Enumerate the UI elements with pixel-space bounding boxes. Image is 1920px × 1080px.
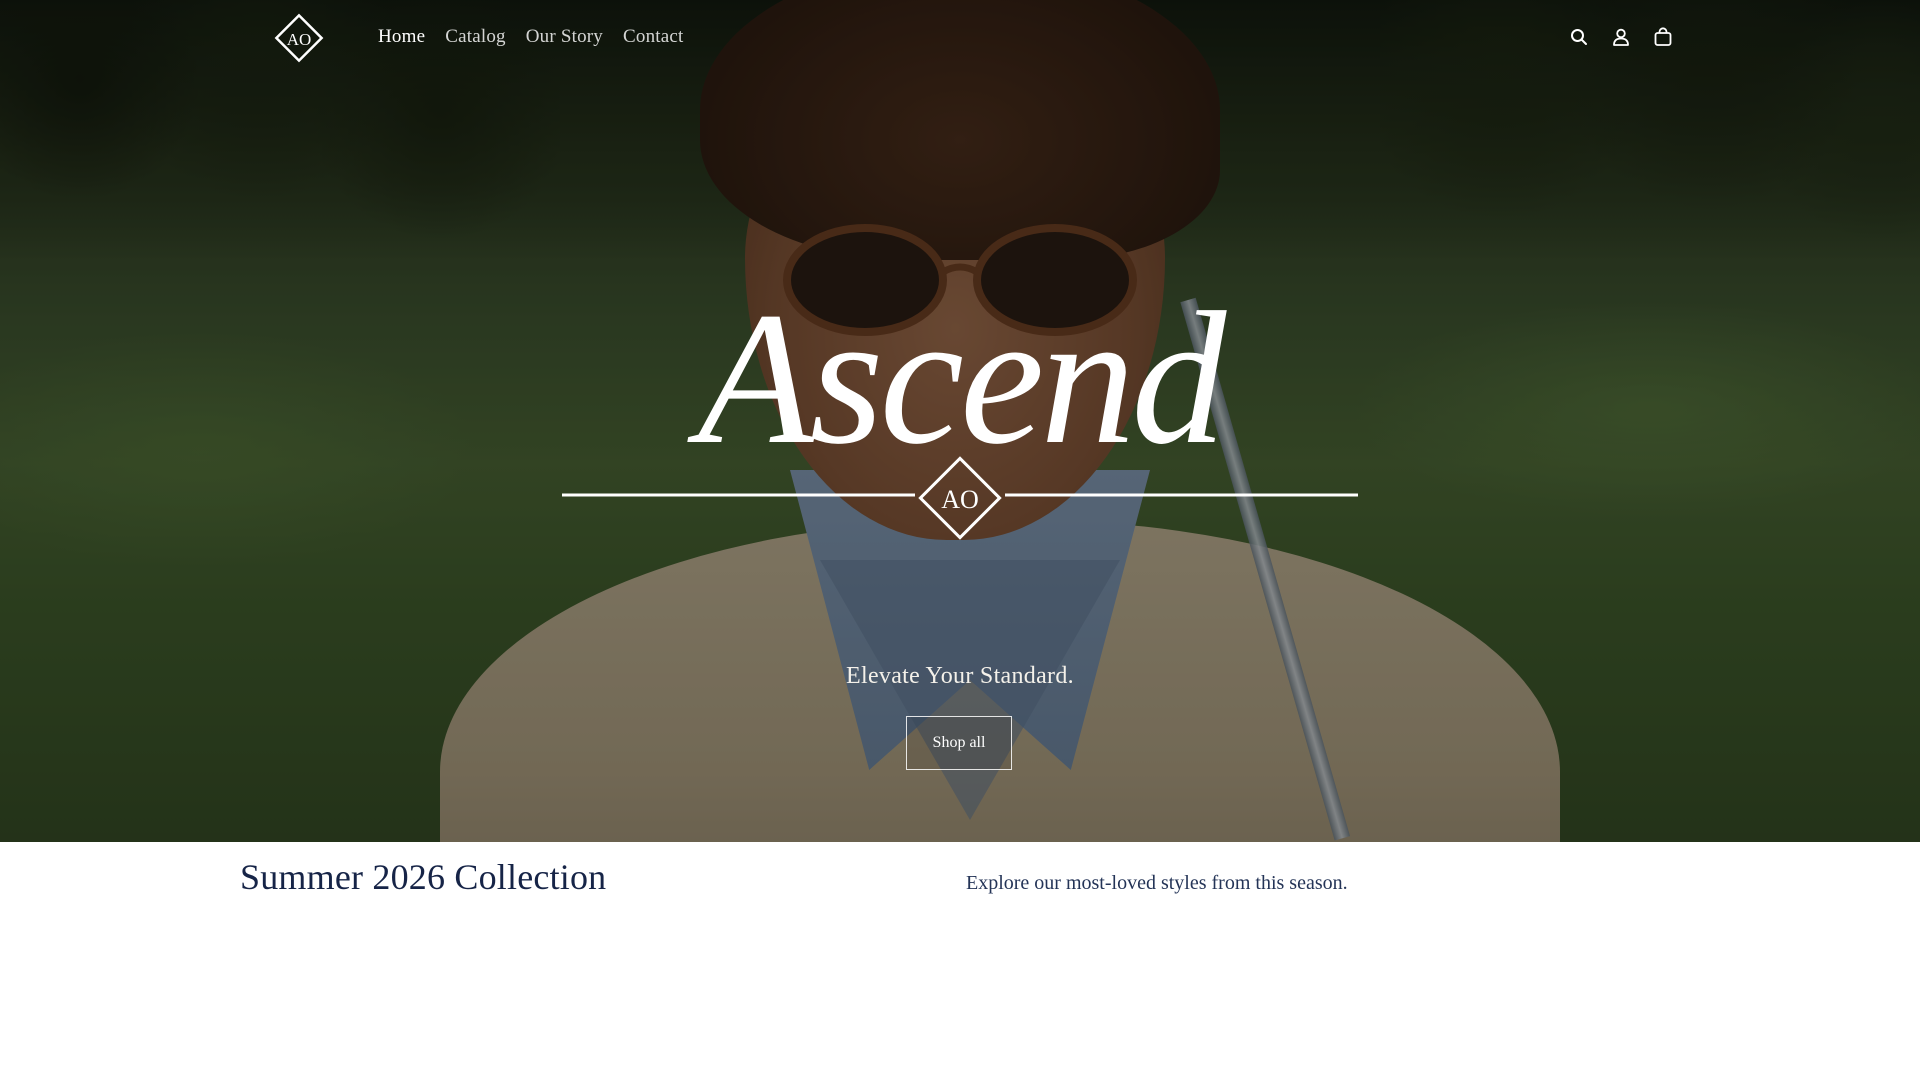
nav-our-story[interactable]: Our Story bbox=[526, 24, 603, 50]
nav-home[interactable]: Home bbox=[378, 24, 425, 50]
hero-tagline: Elevate Your Standard. bbox=[846, 663, 1074, 689]
collection-title: Summer 2026 Collection bbox=[240, 857, 607, 897]
site-header: AO Home Catalog Our Story Contact bbox=[0, 0, 1920, 74]
brand-logo[interactable]: AO bbox=[272, 11, 326, 65]
brand-monogram: AO bbox=[941, 485, 979, 514]
search-button[interactable] bbox=[1568, 22, 1590, 52]
collection-description: Explore our most-loved styles from this … bbox=[966, 872, 1348, 894]
cart-icon bbox=[1654, 27, 1672, 46]
nav-catalog[interactable]: Catalog bbox=[445, 24, 506, 50]
cart-button[interactable] bbox=[1652, 22, 1674, 52]
account-icon bbox=[1613, 28, 1629, 46]
main-nav: Home Catalog Our Story Contact bbox=[378, 24, 684, 50]
hero-brand-logo: Ascend AO bbox=[562, 274, 1358, 540]
brand-wordmark: Ascend bbox=[687, 274, 1228, 484]
hero-banner: Ascend AO Elevate Your Standard. Shop al… bbox=[0, 0, 1920, 842]
search-icon bbox=[1571, 29, 1587, 45]
account-button[interactable] bbox=[1610, 22, 1632, 52]
logo-monogram: AO bbox=[287, 30, 312, 49]
header-actions bbox=[1568, 22, 1674, 52]
nav-contact[interactable]: Contact bbox=[623, 24, 684, 50]
shop-all-button[interactable]: Shop all bbox=[906, 716, 1012, 770]
